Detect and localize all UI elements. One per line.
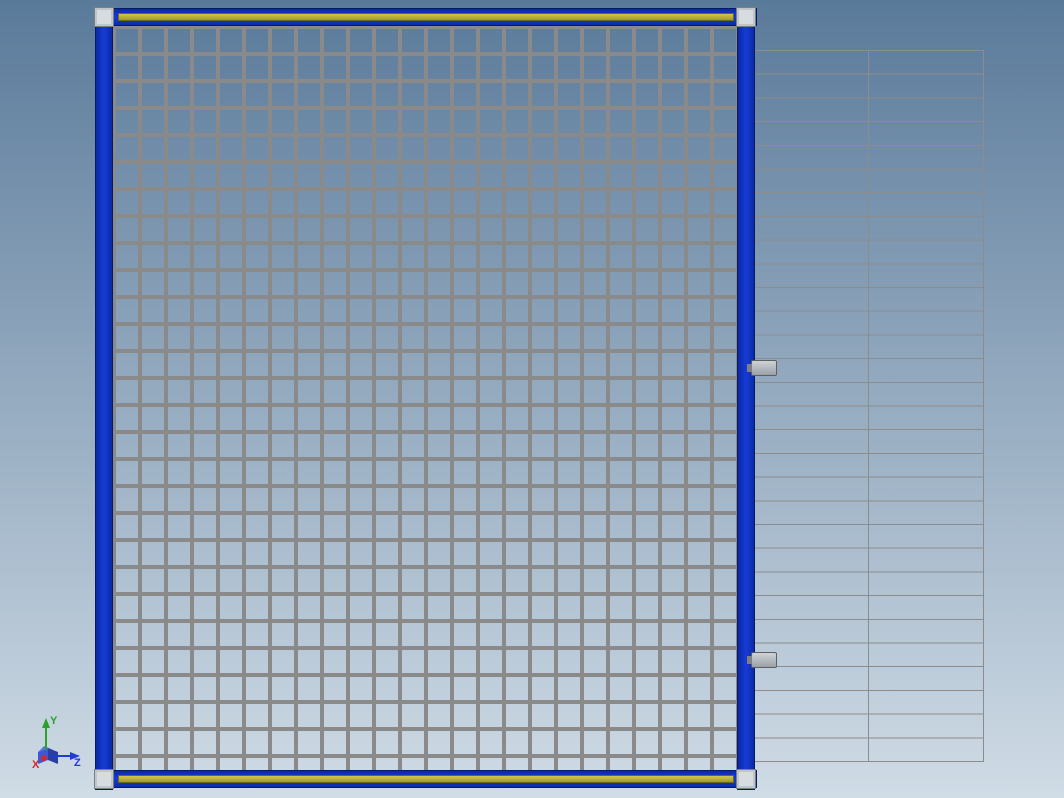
frame-post-right <box>737 8 755 790</box>
main-fence-panel <box>95 8 755 788</box>
corner-cap-top-right <box>736 7 756 27</box>
x-axis-label: X <box>32 759 40 771</box>
frame-rail-top <box>95 8 757 26</box>
wire-mesh <box>112 25 738 771</box>
corner-cap-top-left <box>94 7 114 27</box>
side-mesh-panel <box>752 50 984 762</box>
y-axis-icon: Y <box>42 715 58 750</box>
z-axis-label: Z <box>74 757 81 769</box>
frame-post-left <box>95 8 113 790</box>
corner-cap-bottom-left <box>94 769 114 789</box>
view-triad[interactable]: Y Z X <box>30 708 90 768</box>
corner-cap-bottom-right <box>736 769 756 789</box>
frame-rail-bottom <box>95 770 757 788</box>
y-axis-label: Y <box>50 715 58 727</box>
hinge-lower <box>751 652 777 668</box>
hinge-upper <box>751 360 777 376</box>
cad-viewport[interactable]: Y Z X <box>0 0 1064 798</box>
